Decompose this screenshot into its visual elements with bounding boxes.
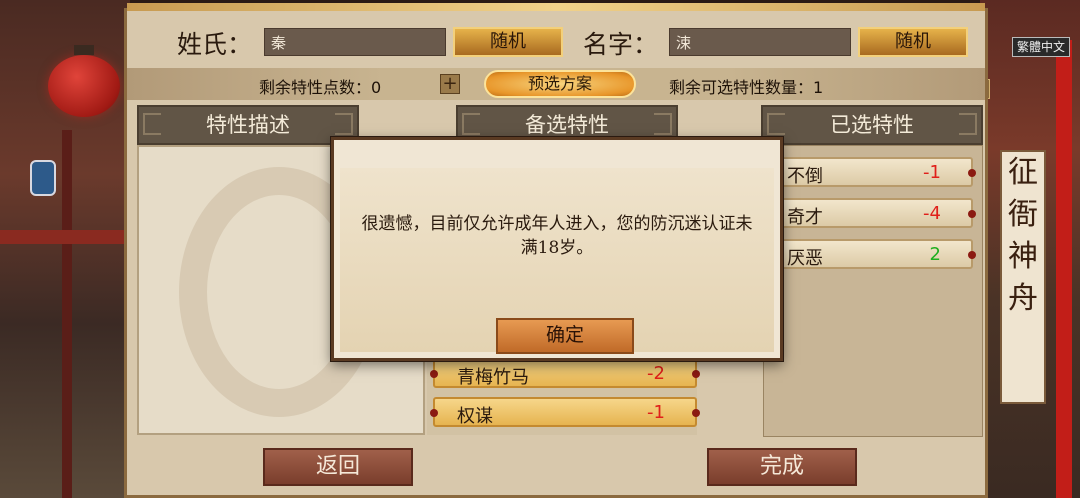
- add-points-button[interactable]: +: [440, 74, 460, 94]
- background-right: 征衙神舟 文 繁體中文: [970, 0, 1080, 498]
- trait-name: 厌恶: [787, 248, 823, 269]
- trait-name: 不倒: [787, 166, 823, 187]
- preset-plan-button[interactable]: 预选方案: [484, 70, 636, 98]
- candidate-trait-item[interactable]: 青梅竹马 -2: [430, 358, 700, 388]
- back-button[interactable]: 返回: [263, 448, 413, 486]
- pin-icon: [968, 210, 976, 218]
- selected-trait-item[interactable]: 厌恶 2: [763, 239, 976, 269]
- selected-header: 已选特性: [761, 105, 983, 145]
- surname-input[interactable]: 秦: [264, 28, 446, 56]
- dialog-message: 很遗憾，目前仅允许成年人进入，您的防沉迷认证未满18岁。: [361, 214, 753, 258]
- pin-icon: [968, 169, 976, 177]
- red-post: [62, 130, 72, 498]
- trait-value: -1: [647, 402, 665, 423]
- trait-value: -1: [923, 162, 941, 183]
- red-pillar: [1056, 40, 1072, 498]
- points-row: 剩余特性点数：0 + 预选方案 剩余可选特性数量：1: [127, 68, 985, 100]
- surname-random-button[interactable]: 随机: [453, 27, 563, 57]
- trait-name: 奇才: [787, 207, 823, 228]
- selected-trait-item[interactable]: 不倒 -1: [763, 157, 976, 187]
- surname-label: 姓氏：: [177, 30, 253, 59]
- pin-icon: [430, 409, 438, 417]
- language-toggle-button[interactable]: 繁體中文: [1011, 37, 1070, 57]
- name-row: 姓氏： 秦 随机 名字： 涑 随机: [127, 23, 985, 61]
- selected-traits-list: [763, 145, 983, 437]
- given-name-random-button[interactable]: 随机: [858, 27, 968, 57]
- dialog-body: 很遗憾，目前仅允许成年人进入，您的防沉迷认证未满18岁。 确定: [340, 168, 774, 354]
- pin-icon: [692, 409, 700, 417]
- pin-icon: [968, 251, 976, 259]
- dialog-ok-button[interactable]: 确定: [496, 318, 634, 354]
- remaining-points-text: 剩余特性点数：0: [259, 78, 382, 97]
- floating-badge-icon[interactable]: [30, 160, 56, 196]
- hanging-banner: 征衙神舟: [1000, 150, 1046, 404]
- trait-value: -2: [647, 363, 665, 384]
- lantern-icon: [48, 45, 120, 117]
- red-beam: [0, 230, 130, 244]
- done-button[interactable]: 完成: [707, 448, 857, 486]
- given-name-input[interactable]: 涑: [669, 28, 851, 56]
- pin-icon: [430, 370, 438, 378]
- trait-name: 青梅竹马: [457, 367, 529, 388]
- trait-name: 权谋: [457, 406, 493, 427]
- trait-value: -4: [923, 203, 941, 224]
- age-restriction-dialog: 很遗憾，目前仅允许成年人进入，您的防沉迷认证未满18岁。 确定: [331, 137, 783, 361]
- given-name-label: 名字：: [583, 30, 659, 59]
- panel-top-trim: [127, 3, 985, 11]
- description-header: 特性描述: [137, 105, 359, 145]
- remaining-count-text: 剩余可选特性数量：1: [669, 78, 824, 97]
- pin-icon: [692, 370, 700, 378]
- trait-value: 2: [929, 244, 941, 265]
- candidate-trait-item[interactable]: 权谋 -1: [430, 397, 700, 427]
- selected-trait-item[interactable]: 奇才 -4: [763, 198, 976, 228]
- background-left: [0, 0, 130, 498]
